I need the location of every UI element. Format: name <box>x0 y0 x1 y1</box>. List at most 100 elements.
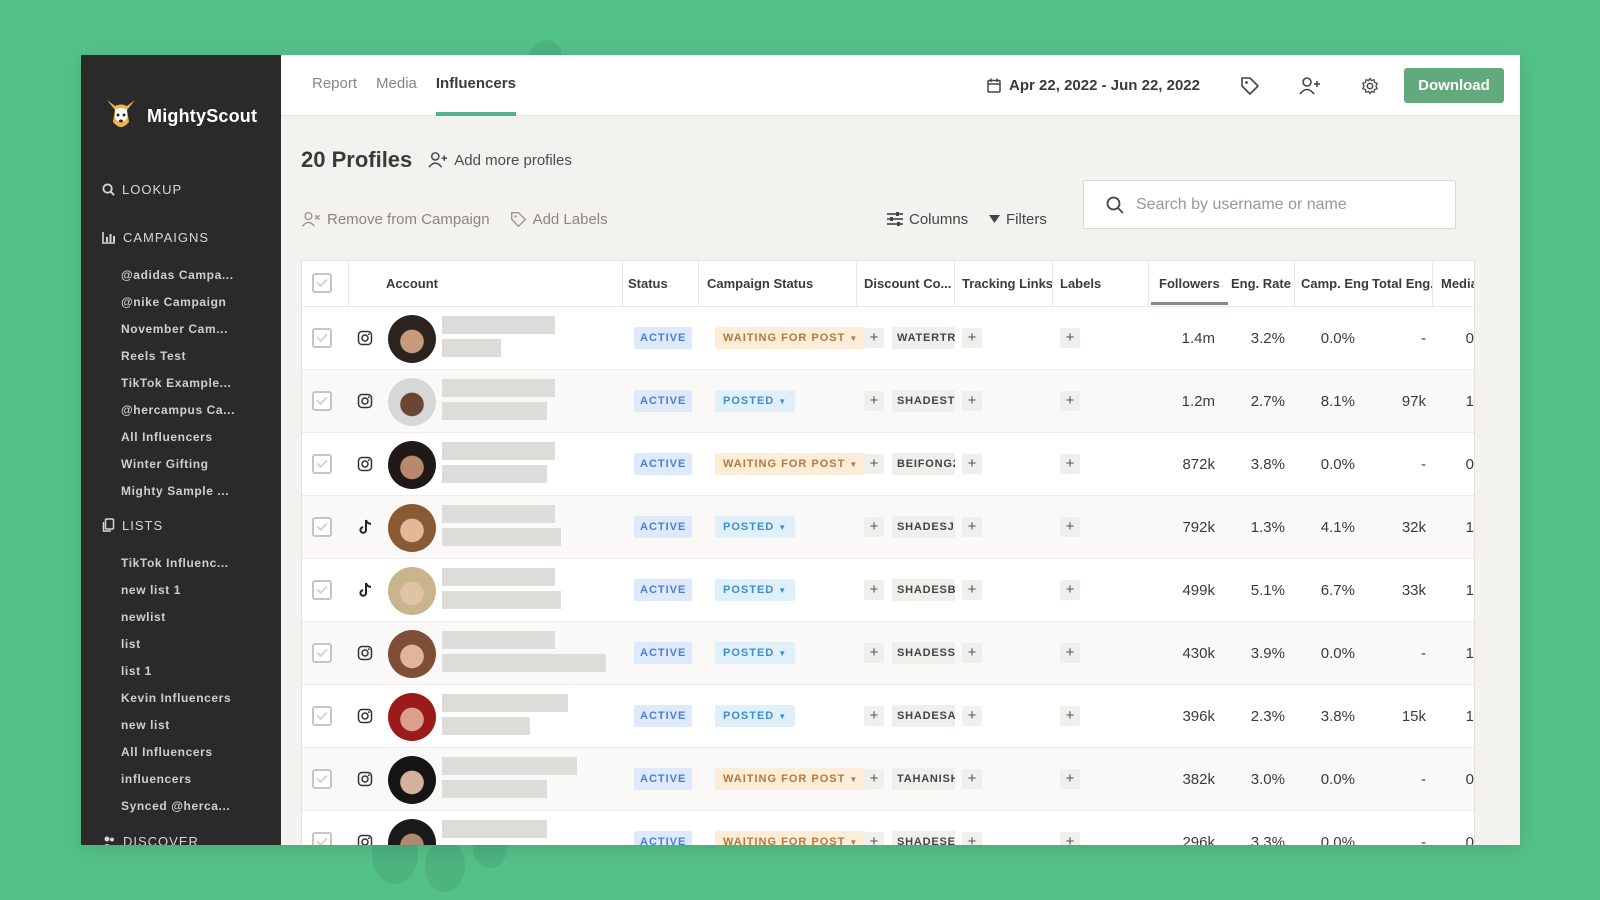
add-label-button[interactable]: + <box>1060 769 1080 789</box>
add-label-button[interactable]: + <box>1060 643 1080 663</box>
add-tracking-link-button[interactable]: + <box>962 643 982 663</box>
sidebar-campaign-item[interactable]: Reels Test <box>81 343 281 370</box>
add-discount-code-button[interactable]: + <box>864 328 884 348</box>
col-discount-code[interactable]: Discount Co... <box>864 261 951 307</box>
row-checkbox[interactable] <box>312 454 332 474</box>
campaign-status-dropdown[interactable]: POSTED ▼ <box>715 579 796 601</box>
sidebar-campaigns[interactable]: CAMPAIGNS <box>81 226 281 248</box>
col-status[interactable]: Status <box>628 261 668 307</box>
avatar[interactable] <box>388 819 436 845</box>
sidebar-lookup[interactable]: LOOKUP <box>81 178 281 200</box>
add-labels-button[interactable]: Add Labels <box>510 211 608 228</box>
add-tracking-link-button[interactable]: + <box>962 706 982 726</box>
campaign-status-dropdown[interactable]: POSTED ▼ <box>715 390 796 412</box>
table-row[interactable]: ACTIVE WAITING FOR POST ▼ + BEIFONG2 + +872k 3.… <box>302 433 1474 496</box>
col-eng-rate[interactable]: Eng. Rate <box>1231 261 1291 307</box>
table-row[interactable]: ACTIVE POSTED ▼ + SHADESSI + +430k 3.9% 0.0% - 1 <box>302 622 1474 685</box>
col-total-eng[interactable]: Total Eng. <box>1372 261 1434 307</box>
row-checkbox[interactable] <box>312 580 332 600</box>
col-account[interactable]: Account <box>386 261 438 307</box>
table-row[interactable]: ACTIVE POSTED ▼ + SHADESBI + +499k 5.1% 6.7% 33k 1 <box>302 559 1474 622</box>
add-discount-code-button[interactable]: + <box>864 706 884 726</box>
sidebar-lists[interactable]: LISTS <box>81 514 281 536</box>
sidebar-campaign-item[interactable]: Winter Gifting <box>81 451 281 478</box>
avatar[interactable] <box>388 315 436 363</box>
campaign-status-dropdown[interactable]: WAITING FOR POST ▼ <box>715 327 867 349</box>
col-campaign-status[interactable]: Campaign Status <box>707 261 813 307</box>
add-tracking-link-button[interactable]: + <box>962 517 982 537</box>
sidebar-campaign-item[interactable]: TikTok Example... <box>81 370 281 397</box>
avatar[interactable] <box>388 504 436 552</box>
col-followers[interactable]: Followers <box>1151 261 1228 307</box>
col-camp-eng[interactable]: Camp. Eng <box>1301 261 1369 307</box>
row-checkbox[interactable] <box>312 832 332 845</box>
tab-influencers[interactable]: Influencers <box>435 55 516 116</box>
campaign-status-dropdown[interactable]: WAITING FOR POST ▼ <box>715 768 867 790</box>
campaign-status-dropdown[interactable]: POSTED ▼ <box>715 705 796 727</box>
add-user-icon[interactable] <box>1298 74 1322 98</box>
add-label-button[interactable]: + <box>1060 454 1080 474</box>
campaign-status-dropdown[interactable]: WAITING FOR POST ▼ <box>715 453 867 475</box>
table-row[interactable]: ACTIVE POSTED ▼ + SHADESAI + +396k 2.3% 3.8% 15k 1 <box>302 685 1474 748</box>
table-row[interactable]: ACTIVEWAITING FOR POST▼+SHADESEL++296k3.… <box>302 811 1474 845</box>
col-tracking-links[interactable]: Tracking Links <box>962 261 1053 307</box>
avatar[interactable] <box>388 630 436 678</box>
add-discount-code-button[interactable]: + <box>864 580 884 600</box>
select-all-checkbox[interactable] <box>312 273 332 293</box>
col-media[interactable]: Media <box>1441 261 1474 307</box>
sidebar-campaign-item[interactable]: Mighty Sample ... <box>81 478 281 505</box>
filters-button[interactable]: Filters <box>989 211 1047 228</box>
avatar[interactable] <box>388 567 436 615</box>
campaign-status-dropdown[interactable]: POSTED ▼ <box>715 516 796 538</box>
sidebar-list-item[interactable]: Synced @herca... <box>81 793 281 820</box>
sidebar-campaign-item[interactable]: November Cam... <box>81 316 281 343</box>
add-discount-code-button[interactable]: + <box>864 391 884 411</box>
add-label-button[interactable]: + <box>1060 328 1080 348</box>
add-tracking-link-button[interactable]: + <box>962 769 982 789</box>
row-checkbox[interactable] <box>312 706 332 726</box>
campaign-status-dropdown[interactable]: WAITING FOR POST ▼ <box>715 831 867 845</box>
tag-icon[interactable] <box>1238 74 1262 98</box>
sidebar-list-item[interactable]: newlist <box>81 604 281 631</box>
add-discount-code-button[interactable]: + <box>864 454 884 474</box>
sidebar-discover[interactable]: DISCOVER <box>81 830 281 845</box>
row-checkbox[interactable] <box>312 517 332 537</box>
search-input[interactable] <box>1136 195 1436 214</box>
columns-button[interactable]: Columns <box>887 211 968 228</box>
add-label-button[interactable]: + <box>1060 580 1080 600</box>
add-label-button[interactable]: + <box>1060 517 1080 537</box>
row-checkbox[interactable] <box>312 769 332 789</box>
table-row[interactable]: ACTIVE POSTED▼ + SHADESJO + +792k 1.3% 4.1% 32k 1 <box>302 496 1474 559</box>
add-tracking-link-button[interactable]: + <box>962 832 982 845</box>
sidebar-list-item[interactable]: list <box>81 631 281 658</box>
add-label-button[interactable]: + <box>1060 832 1080 845</box>
avatar[interactable] <box>388 693 436 741</box>
campaign-status-dropdown[interactable]: POSTED ▼ <box>715 642 796 664</box>
row-checkbox[interactable] <box>312 328 332 348</box>
avatar[interactable] <box>388 378 436 426</box>
add-label-button[interactable]: + <box>1060 706 1080 726</box>
sidebar-campaign-item[interactable]: @nike Campaign <box>81 289 281 316</box>
sidebar-list-item[interactable]: new list 1 <box>81 577 281 604</box>
col-labels[interactable]: Labels <box>1060 261 1101 307</box>
add-label-button[interactable]: + <box>1060 391 1080 411</box>
add-tracking-link-button[interactable]: + <box>962 580 982 600</box>
add-discount-code-button[interactable]: + <box>864 769 884 789</box>
table-row[interactable]: ACTIVE WAITING FOR POST ▼ + WATERTRI + +1.4m 3.… <box>302 307 1474 370</box>
table-row[interactable]: ACTIVE WAITING FOR POST ▼ + TAHANISH + +382k 3.… <box>302 748 1474 811</box>
avatar[interactable] <box>388 441 436 489</box>
brand-logo[interactable]: MightyScout <box>81 55 281 155</box>
sidebar-list-item[interactable]: Kevin Influencers <box>81 685 281 712</box>
sidebar-list-item[interactable]: All Influencers <box>81 739 281 766</box>
add-tracking-link-button[interactable]: + <box>962 391 982 411</box>
add-discount-code-button[interactable]: + <box>864 517 884 537</box>
sidebar-list-item[interactable]: influencers <box>81 766 281 793</box>
add-discount-code-button[interactable]: + <box>864 832 884 845</box>
row-checkbox[interactable] <box>312 643 332 663</box>
sidebar-campaign-item[interactable]: All Influencers <box>81 424 281 451</box>
table-row[interactable]: ACTIVE POSTED▼ + SHADESTO + +1.2m 2.7% 8.1% 97k 1 <box>302 370 1474 433</box>
remove-from-campaign-button[interactable]: Remove from Campaign <box>301 211 490 228</box>
tab-report[interactable]: Report <box>312 55 357 116</box>
sidebar-list-item[interactable]: new list <box>81 712 281 739</box>
sidebar-list-item[interactable]: TikTok Influenc... <box>81 550 281 577</box>
